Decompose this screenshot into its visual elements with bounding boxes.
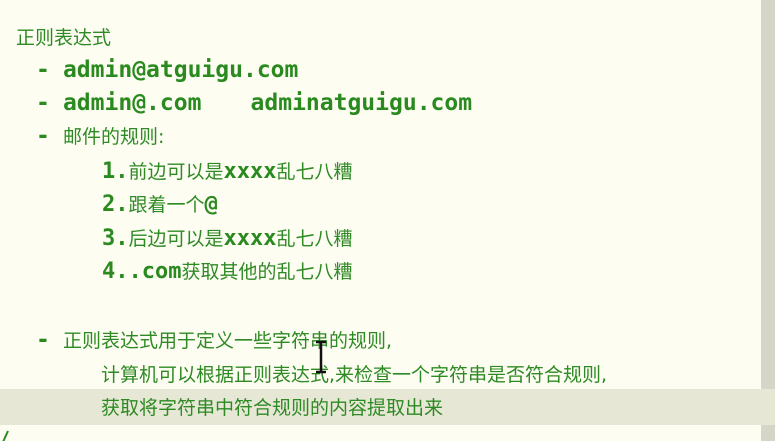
editor-scroll-gutter[interactable] [761,0,775,441]
rule-tail: 乱七八糟 [276,228,353,250]
bullet-dash: - [36,57,50,83]
rule-tail: 乱七八糟 [276,161,353,183]
rule-mono: .com [128,259,182,284]
rule-number: 4. [102,259,129,284]
heading: 正则表达式 [16,27,112,49]
rule-mono: xxxx [223,226,277,251]
bullet-definition: - 正则表达式用于定义一些字符串的规则, [36,326,392,354]
bullet-dash: - [36,327,50,353]
rule-number: 3. [102,226,129,251]
rule-text: 前边可以是 [128,161,224,183]
bullet-rules-title: - 邮件的规则: [36,122,164,150]
definition-line-2: 计算机可以根据正则表达式,来检查一个字符串是否符合规则, [101,364,608,386]
rule-mono: @ [204,192,218,217]
rule-number: 2. [102,192,129,217]
bullet-dash: - [36,123,50,149]
bullet-email-valid: - admin@atguigu.com [36,56,298,84]
rule-item-4: 4..com获取其他的乱七八糟 [102,258,353,286]
rule-text: 跟着一个 [128,194,205,216]
email-valid-text: admin@atguigu.com [62,57,299,83]
bullet-email-invalid: - admin@.com adminatguigu.com [36,89,472,117]
rule-text: 获取其他的乱七八糟 [181,261,353,283]
edge-mark [0,428,10,441]
text-cursor-icon [314,340,328,374]
email-invalid-2: adminatguigu.com [250,90,473,116]
rule-item-1: 1.前边可以是xxxx乱七八糟 [102,158,353,186]
rule-text: 后边可以是 [128,228,224,250]
bullet-dash: - [36,90,50,116]
editor-page: { "heading": "正则表达式", "bullets": { "dash… [0,0,775,441]
email-invalid-1: admin@.com [62,90,202,116]
rules-title: 邮件的规则: [62,126,165,148]
definition-line-3: 获取将字符串中符合规则的内容提取出来 [101,397,444,419]
definition-line-1: 正则表达式用于定义一些字符串的规则, [62,330,392,352]
rule-number: 1. [102,159,129,184]
rule-item-3: 3.后边可以是xxxx乱七八糟 [102,225,353,253]
rule-mono: xxxx [223,159,277,184]
rule-item-2: 2.跟着一个@ [102,191,218,219]
